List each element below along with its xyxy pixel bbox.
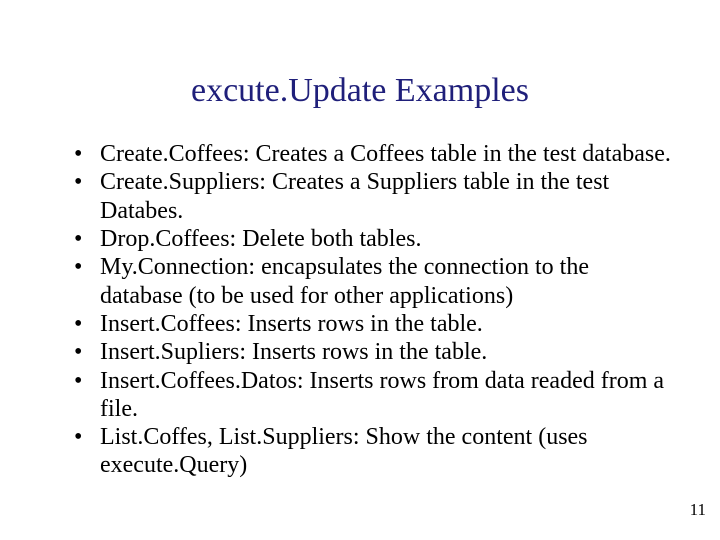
slide-body: Create.Coffees: Creates a Coffees table … (72, 140, 672, 480)
list-item: Create.Coffees: Creates a Coffees table … (72, 140, 672, 168)
list-item: Insert.Coffees: Inserts rows in the tabl… (72, 310, 672, 338)
list-item: Create.Suppliers: Creates a Suppliers ta… (72, 168, 672, 225)
list-item: Drop.Coffees: Delete both tables. (72, 225, 672, 253)
list-item: Insert.Coffees.Datos: Inserts rows from … (72, 367, 672, 424)
bullet-list: Create.Coffees: Creates a Coffees table … (72, 140, 672, 480)
slide-title: excute.Update Examples (0, 72, 720, 110)
list-item: Insert.Supliers: Inserts rows in the tab… (72, 338, 672, 366)
slide: excute.Update Examples Create.Coffees: C… (0, 0, 720, 540)
list-item: List.Coffes, List.Suppliers: Show the co… (72, 423, 672, 480)
page-number: 11 (690, 500, 706, 520)
list-item: My.Connection: encapsulates the connecti… (72, 253, 672, 310)
